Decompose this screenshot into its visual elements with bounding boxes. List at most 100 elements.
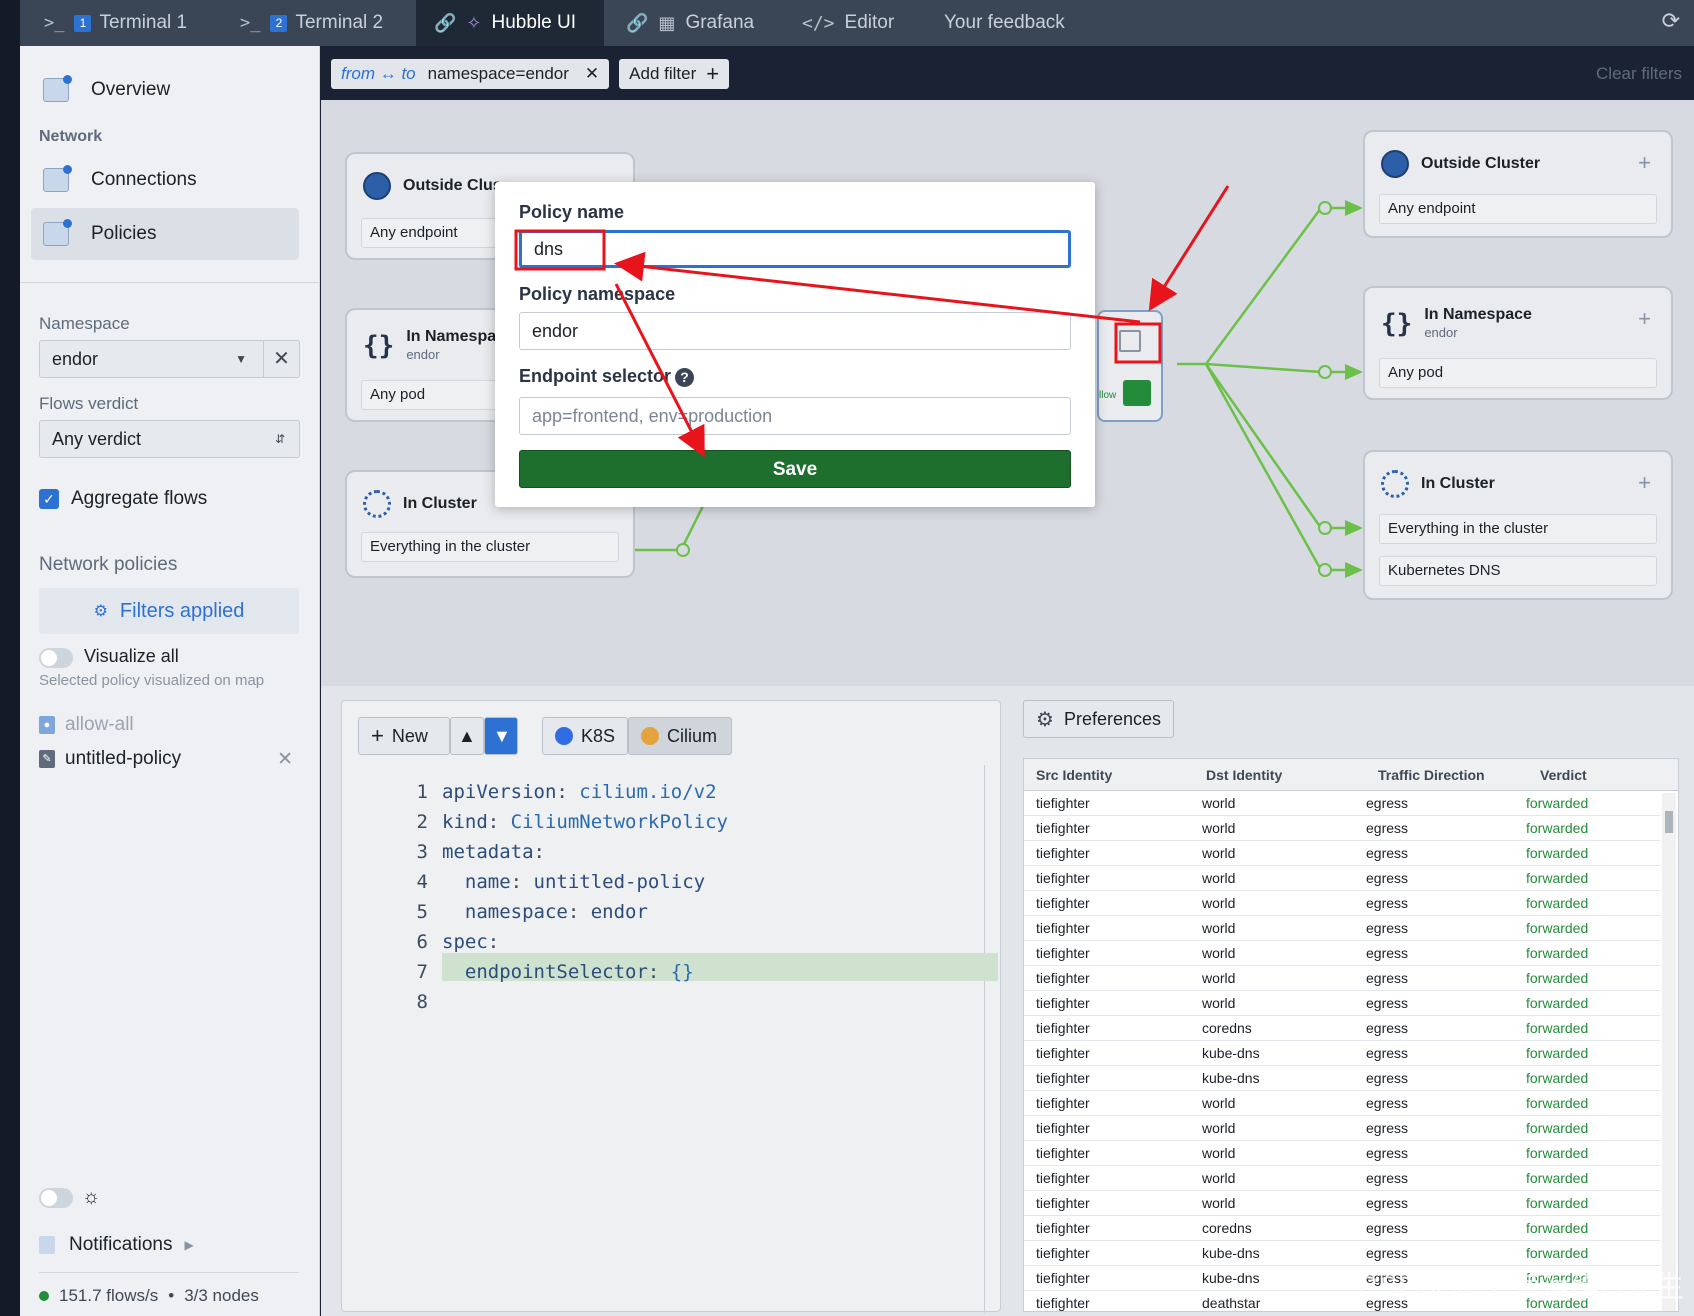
annotation-arrow <box>1148 185 1230 312</box>
table-cell: tiefighter <box>1036 845 1090 861</box>
table-cell: egress <box>1366 895 1409 911</box>
flows-table[interactable]: Src Identity Dst Identity Traffic Direct… <box>1023 758 1679 1312</box>
download-button[interactable]: ▼ <box>484 717 518 755</box>
table-row[interactable]: tiefighter world egress forwarded <box>1024 1091 1660 1116</box>
table-row[interactable]: tiefighter world egress forwarded <box>1024 991 1660 1016</box>
table-cell: forwarded <box>1526 1220 1589 1236</box>
line-number: 6 <box>416 931 428 953</box>
table-cell: world <box>1202 795 1236 811</box>
table-cell: tiefighter <box>1036 970 1090 986</box>
kubernetes-icon <box>555 727 573 745</box>
annotation-box-edit <box>1114 322 1162 364</box>
table-cell: egress <box>1366 920 1409 936</box>
table-cell: tiefighter <box>1036 1095 1090 1111</box>
table-cell: tiefighter <box>1036 1270 1090 1286</box>
table-cell: tiefighter <box>1036 1020 1090 1036</box>
table-row[interactable]: tiefighter world egress forwarded <box>1024 816 1660 841</box>
column-header[interactable]: Dst Identity <box>1206 767 1282 783</box>
table-cell: tiefighter <box>1036 945 1090 961</box>
code-key: metadata <box>442 841 534 863</box>
code-line: spec: <box>442 931 500 953</box>
table-row[interactable]: tiefighter world egress forwarded <box>1024 966 1660 991</box>
table-cell: world <box>1202 945 1236 961</box>
table-row[interactable]: tiefighter world egress forwarded <box>1024 1191 1660 1216</box>
table-cell: forwarded <box>1526 920 1589 936</box>
table-row[interactable]: tiefighter kube-dns egress forwarded <box>1024 1066 1660 1091</box>
line-number: 8 <box>416 991 428 1013</box>
upload-button[interactable]: ▲ <box>450 717 484 755</box>
download-icon: ▼ <box>493 725 511 746</box>
table-row[interactable]: tiefighter world egress forwarded <box>1024 1141 1660 1166</box>
table-cell: tiefighter <box>1036 1045 1090 1061</box>
table-cell: forwarded <box>1526 820 1589 836</box>
table-cell: forwarded <box>1526 1245 1589 1261</box>
code-value: endor <box>579 901 648 923</box>
editor-scrollbar[interactable] <box>984 765 1002 1313</box>
table-row[interactable]: tiefighter coredns egress forwarded <box>1024 1016 1660 1041</box>
table-cell: forwarded <box>1526 1170 1589 1186</box>
table-cell: tiefighter <box>1036 795 1090 811</box>
table-row[interactable]: tiefighter world egress forwarded <box>1024 941 1660 966</box>
table-cell: world <box>1202 1145 1236 1161</box>
table-cell: tiefighter <box>1036 895 1090 911</box>
preferences-button[interactable]: ⚙ Preferences <box>1023 700 1174 738</box>
code-line: apiVersion: cilium.io/v2 <box>442 781 717 803</box>
bottom-panel: + New ▲ ▼ K8S Cilium 1 apiVersion: ciliu… <box>321 686 1694 1316</box>
new-button[interactable]: + New <box>358 717 450 755</box>
table-row[interactable]: tiefighter kube-dns egress forwarded <box>1024 1041 1660 1066</box>
table-cell: forwarded <box>1526 970 1589 986</box>
table-cell: world <box>1202 970 1236 986</box>
column-header[interactable]: Traffic Direction <box>1378 767 1485 783</box>
table-cell: world <box>1202 1120 1236 1136</box>
column-header[interactable]: Verdict <box>1540 767 1587 783</box>
table-row[interactable]: tiefighter coredns egress forwarded <box>1024 1216 1660 1241</box>
table-row[interactable]: tiefighter world egress forwarded <box>1024 916 1660 941</box>
table-cell: world <box>1202 1095 1236 1111</box>
k8s-toggle[interactable]: K8S <box>542 717 628 755</box>
upload-icon: ▲ <box>458 725 476 746</box>
table-cell: egress <box>1366 795 1409 811</box>
table-cell: coredns <box>1202 1020 1252 1036</box>
k8s-label: K8S <box>580 725 615 746</box>
table-cell: egress <box>1366 995 1409 1011</box>
table-cell: egress <box>1366 1145 1409 1161</box>
code-line: metadata: <box>442 841 545 863</box>
table-cell: tiefighter <box>1036 1145 1090 1161</box>
table-cell: tiefighter <box>1036 1070 1090 1086</box>
table-cell: forwarded <box>1526 1070 1589 1086</box>
table-cell: egress <box>1366 945 1409 961</box>
code-line: endpointSelector: {} <box>442 961 694 983</box>
table-scrollbar[interactable] <box>1662 793 1676 1311</box>
table-cell: egress <box>1366 1120 1409 1136</box>
table-row[interactable]: tiefighter world egress forwarded <box>1024 841 1660 866</box>
line-number: 4 <box>416 871 428 893</box>
table-cell: tiefighter <box>1036 1220 1090 1236</box>
table-cell: egress <box>1366 1195 1409 1211</box>
flows-panel: ⚙ Preferences Src Identity Dst Identity … <box>1023 700 1683 1312</box>
policy-editor: + New ▲ ▼ K8S Cilium 1 apiVersion: ciliu… <box>341 700 1002 1313</box>
table-row[interactable]: tiefighter world egress forwarded <box>1024 866 1660 891</box>
annotation-arrow <box>614 283 705 458</box>
table-cell: forwarded <box>1526 845 1589 861</box>
table-cell: forwarded <box>1526 870 1589 886</box>
code-line: kind: CiliumNetworkPolicy <box>442 811 728 833</box>
table-cell: egress <box>1366 1095 1409 1111</box>
column-header[interactable]: Src Identity <box>1036 767 1112 783</box>
cilium-toggle[interactable]: Cilium <box>628 717 732 755</box>
table-cell: world <box>1202 1195 1236 1211</box>
table-row[interactable]: tiefighter world egress forwarded <box>1024 1116 1660 1141</box>
table-cell: kube-dns <box>1202 1245 1260 1261</box>
table-cell: egress <box>1366 1220 1409 1236</box>
table-cell: world <box>1202 995 1236 1011</box>
table-cell: tiefighter <box>1036 1170 1090 1186</box>
table-cell: forwarded <box>1526 1195 1589 1211</box>
table-row[interactable]: tiefighter world egress forwarded <box>1024 791 1660 816</box>
table-cell: world <box>1202 845 1236 861</box>
table-row[interactable]: tiefighter world egress forwarded <box>1024 1166 1660 1191</box>
table-cell: coredns <box>1202 1220 1252 1236</box>
table-cell: egress <box>1366 1020 1409 1036</box>
table-cell: forwarded <box>1526 795 1589 811</box>
code-key: endpointSelector <box>442 961 648 983</box>
table-row[interactable]: tiefighter world egress forwarded <box>1024 891 1660 916</box>
line-number: 5 <box>416 901 428 923</box>
